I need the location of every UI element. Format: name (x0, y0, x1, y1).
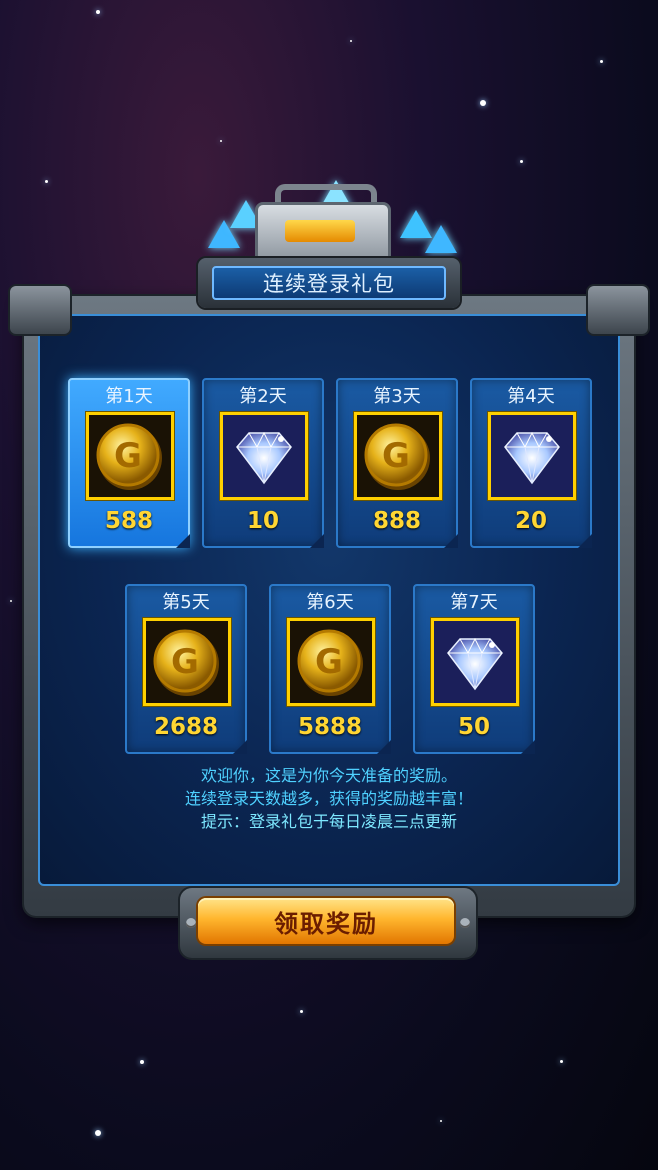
reward-amount: 5888 (297, 714, 362, 740)
day-label: 第4天 (507, 386, 555, 407)
day-card-5[interactable]: 第5天 G 2688 (125, 584, 247, 754)
day-card-3[interactable]: 第3天 G 888 (336, 378, 458, 548)
reward-amount: 2688 (153, 714, 218, 740)
reward-amount: 10 (246, 508, 279, 534)
gold-coin-icon: G (287, 618, 375, 706)
day-label: 第7天 (450, 592, 498, 613)
panel-title: 连续登录礼包 (212, 266, 446, 300)
reward-amount: 888 (372, 508, 421, 534)
day-card-1[interactable]: 第1天 G 588 (68, 378, 190, 548)
gold-coin-icon: G (354, 412, 442, 500)
frame-wing-right (588, 286, 648, 334)
svg-text:G: G (315, 642, 343, 682)
reward-amount: 588 (104, 508, 153, 534)
diamond-icon (488, 412, 576, 500)
gold-coin-icon: G (86, 412, 174, 500)
day-card-4[interactable]: 第4天 20 (470, 378, 592, 548)
diamond-icon (220, 412, 308, 500)
tip-message: 提示：登录礼包于每日凌晨三点更新 (200, 812, 457, 831)
diamond-icon (431, 618, 519, 706)
claim-button-housing: 领取奖励 (180, 888, 476, 958)
svg-text:G: G (171, 642, 199, 682)
welcome-message: 欢迎你，这是为你今天准备的奖励。 (200, 766, 457, 785)
claim-reward-button[interactable]: 领取奖励 (198, 898, 454, 944)
reward-messages: 欢迎你，这是为你今天准备的奖励。 连续登录天数越多，获得的奖励越丰富！ 提示：登… (60, 764, 598, 833)
reward-amount: 50 (457, 714, 490, 740)
day-label: 第6天 (306, 592, 354, 613)
bonus-message: 连续登录天数越多，获得的奖励越丰富！ (184, 789, 473, 808)
day-label: 第5天 (162, 592, 210, 613)
frame-wing-left (10, 286, 70, 334)
reward-amount: 20 (514, 508, 547, 534)
day-label: 第1天 (105, 386, 153, 407)
day-label: 第2天 (239, 386, 287, 407)
day-card-6[interactable]: 第6天 G 5888 (269, 584, 391, 754)
svg-text:G: G (382, 436, 410, 476)
day-label: 第3天 (373, 386, 421, 407)
svg-text:G: G (114, 436, 142, 476)
title-bar: 连续登录礼包 (198, 258, 460, 308)
gold-coin-icon: G (143, 618, 231, 706)
day-card-7[interactable]: 第7天 50 (413, 584, 535, 754)
day-card-2[interactable]: 第2天 10 (202, 378, 324, 548)
